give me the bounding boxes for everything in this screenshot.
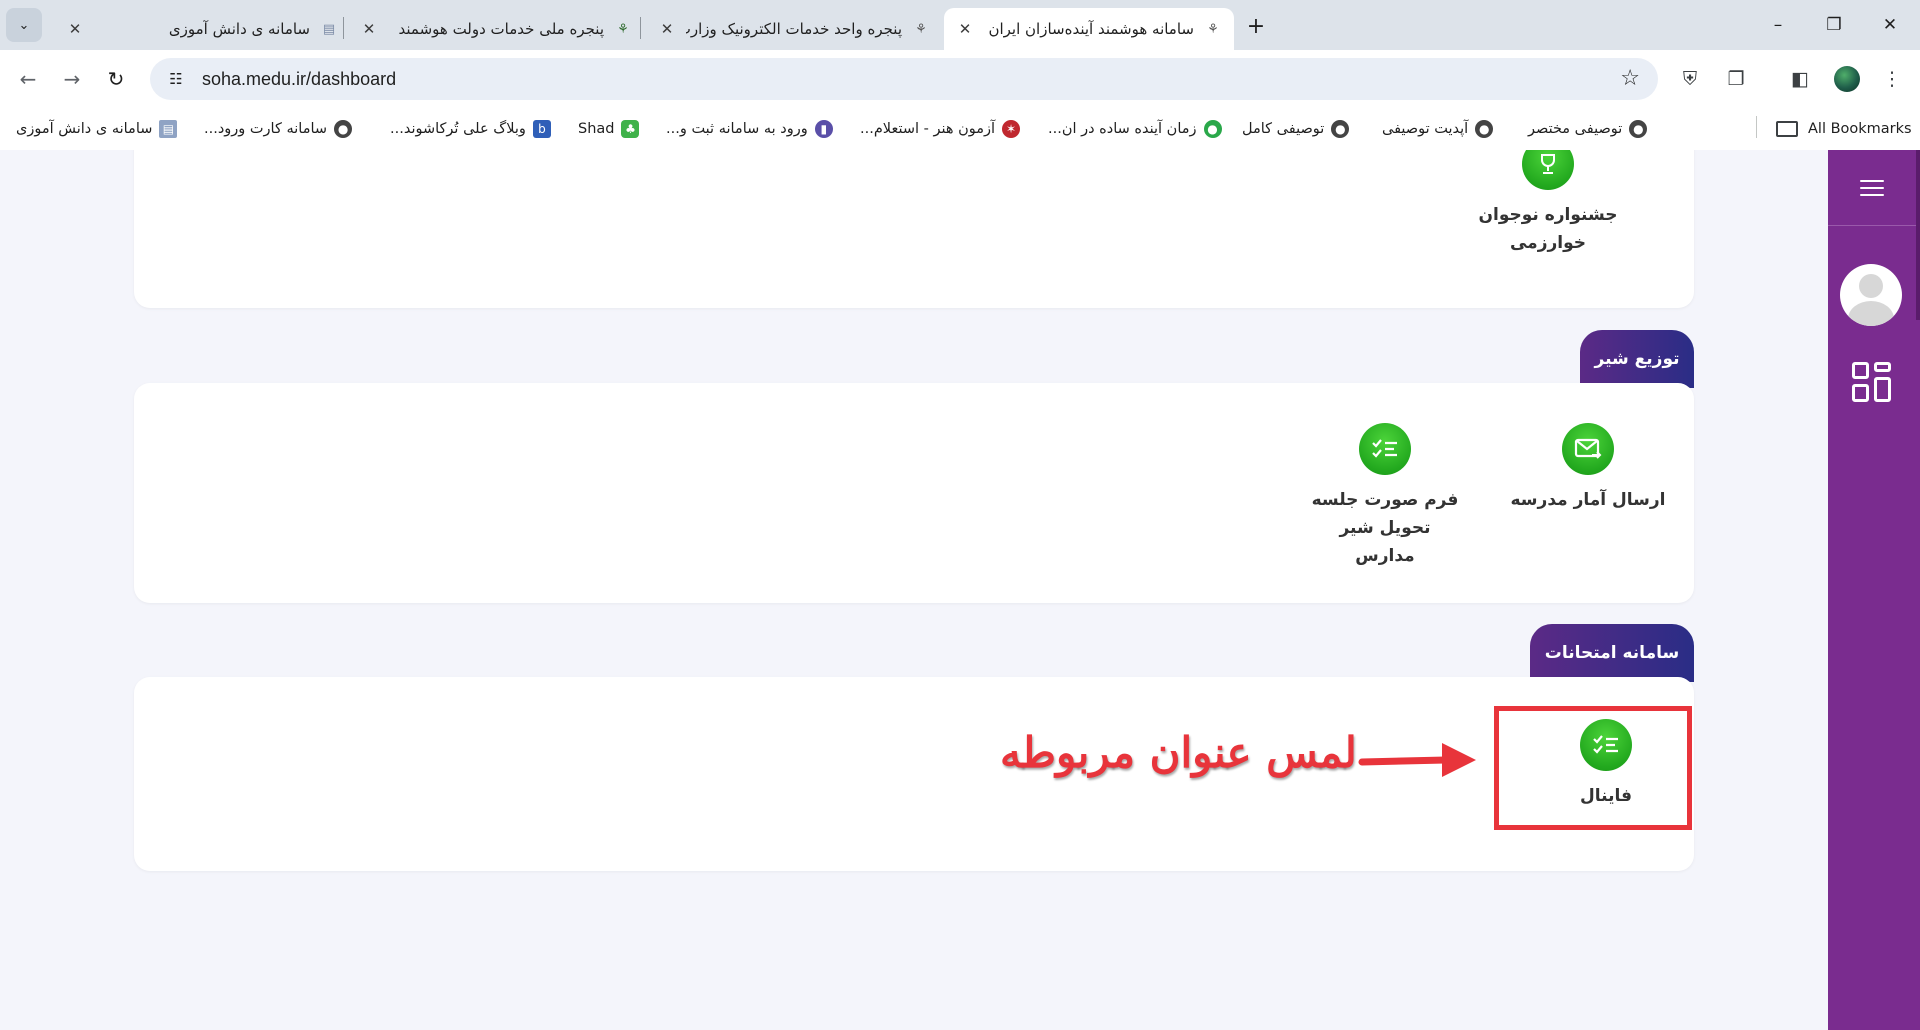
bookmark-item[interactable]: ● توصیفی کامل xyxy=(1242,114,1350,144)
dashboard-grid-icon[interactable] xyxy=(1852,362,1892,402)
tab-strip: ⌄ ▤ سامانه ی دانش آموزی ✕ ⚘ پنجره ملی خد… xyxy=(0,0,1920,50)
bookmark-item[interactable]: ✶ آزمون هنر - استعلام... xyxy=(860,114,1021,144)
shield-extension-icon[interactable]: ⛨ xyxy=(1676,65,1704,93)
section-tab-exams: سامانه امتحانات xyxy=(1530,624,1694,682)
globe-icon: ● xyxy=(1629,120,1648,138)
close-icon[interactable]: ✕ xyxy=(66,20,84,38)
folder-icon xyxy=(1776,121,1798,137)
restore-button[interactable]: ❐ xyxy=(1814,8,1854,42)
milk-card: ارسال آمار مدرسه فرم صورت جلسه تحویل شیر… xyxy=(134,383,1694,603)
bookmark-item[interactable]: ● سامانه کارت ورود... xyxy=(204,114,353,144)
close-window-button[interactable]: ✕ xyxy=(1870,8,1910,42)
address-bar[interactable]: ☷ soha.medu.ir/dashboard ☆ xyxy=(150,58,1658,100)
tile-milk-delivery-form[interactable]: فرم صورت جلسه تحویل شیر مدارس xyxy=(1310,423,1460,570)
url-text[interactable]: soha.medu.ir/dashboard xyxy=(202,69,396,90)
bookmarks-bar: ● توصیفی مختصر ● آپدیت توصیفی ● توصیفی ک… xyxy=(0,108,1920,150)
section-tab-milk: توزیع شیر xyxy=(1580,330,1694,388)
bookmark-item[interactable]: ● توصیفی مختصر xyxy=(1528,114,1648,144)
shad-logo-icon: ♣ xyxy=(621,120,640,138)
tab-ministry-services[interactable]: ⚘ پنجره واحد خدمات الکترونیک وزارت ✕ xyxy=(646,8,942,50)
reload-button[interactable]: ↻ xyxy=(100,63,132,95)
blog-logo-icon: b xyxy=(532,120,551,138)
document-favicon-icon: ▤ xyxy=(322,21,336,37)
minimize-button[interactable]: – xyxy=(1758,8,1798,42)
reload-icon: ↻ xyxy=(107,67,125,91)
arrow-right-icon xyxy=(1358,743,1476,777)
bookmark-item[interactable]: ▮ ورود به سامانه ثبت و... xyxy=(666,114,833,144)
emblem-favicon-icon: ⚘ xyxy=(1207,21,1219,37)
all-bookmarks-button[interactable]: All Bookmarks xyxy=(1776,114,1912,144)
registration-logo-icon: ▮ xyxy=(814,120,833,138)
globe-icon: ● xyxy=(1331,120,1350,138)
close-icon: ✕ xyxy=(1882,15,1898,35)
chevron-down-icon: ⌄ xyxy=(18,17,30,33)
close-icon[interactable]: ✕ xyxy=(956,20,974,38)
bookmark-item[interactable]: b وبلاگ علی تُرکاشوند... xyxy=(390,114,551,144)
minimize-icon: – xyxy=(1773,15,1783,35)
more-menu-icon[interactable]: ⋮ xyxy=(1878,65,1906,93)
new-tab-button[interactable]: + xyxy=(1242,12,1270,40)
profile-avatar[interactable] xyxy=(1834,66,1860,92)
globe-icon: ● xyxy=(1475,120,1494,138)
close-icon[interactable]: ✕ xyxy=(360,20,378,38)
bookmark-item[interactable]: ● آپدیت توصیفی xyxy=(1382,114,1494,144)
annotation-text: لمس عنوان مربوطه xyxy=(1000,728,1357,777)
arrow-right-icon: → xyxy=(63,67,81,91)
sidebar-menu-button[interactable] xyxy=(1828,150,1916,226)
emblem-favicon-icon: ⚘ xyxy=(915,21,927,37)
extensions-puzzle-icon[interactable]: ❐ xyxy=(1722,65,1750,93)
side-panel-icon[interactable]: ◧ xyxy=(1786,65,1814,93)
document-icon: ▤ xyxy=(159,120,178,138)
kharazmi-card: جشنواره نوجوان خوارزمی xyxy=(134,150,1694,308)
highlight-box xyxy=(1494,706,1692,830)
globe-icon: ● xyxy=(334,120,353,138)
tile-kharazmi-festival[interactable]: جشنواره نوجوان خوارزمی xyxy=(1468,150,1628,257)
restore-icon: ❐ xyxy=(1826,15,1842,35)
bookmarks-separator xyxy=(1756,116,1757,138)
bookmark-item[interactable]: ▤ سامانه ی دانش آموزی xyxy=(16,114,178,144)
site-settings-icon[interactable]: ☷ xyxy=(162,65,190,93)
tab-soha-dashboard[interactable]: ⚘ سامانه هوشمند آینده‌سازان ایران ✕ xyxy=(944,8,1234,50)
bookmark-star-icon[interactable]: ☆ xyxy=(1620,66,1640,91)
art-logo-icon: ✶ xyxy=(1002,120,1021,138)
close-icon[interactable]: ✕ xyxy=(658,20,676,38)
tile-send-school-stats[interactable]: ارسال آمار مدرسه xyxy=(1508,423,1668,514)
bookmark-item[interactable]: ● زمان آینده ساده در ان... xyxy=(1048,114,1222,144)
plus-icon: + xyxy=(1246,13,1266,39)
tab-student-system[interactable]: ▤ سامانه ی دانش آموزی ✕ xyxy=(54,8,350,50)
hamburger-icon xyxy=(1860,179,1884,196)
back-button[interactable]: ← xyxy=(12,63,44,95)
tab-separator xyxy=(640,17,641,39)
tab-search-button[interactable]: ⌄ xyxy=(6,8,42,42)
dashboard-page: جشنواره نوجوان خوارزمی توزیع شیر ارسال آ… xyxy=(0,150,1920,1030)
tab-separator xyxy=(343,17,344,39)
sidebar-scrollbar[interactable] xyxy=(1916,150,1920,320)
checklist-icon xyxy=(1359,423,1411,475)
map-pin-icon: ● xyxy=(1203,120,1222,138)
emblem-favicon-icon: ⚘ xyxy=(617,21,629,37)
browser-toolbar: ← → ↻ ☷ soha.medu.ir/dashboard ☆ ⛨ ❐ ◧ ⋮ xyxy=(0,50,1920,108)
mail-icon xyxy=(1562,423,1614,475)
avatar[interactable] xyxy=(1840,264,1902,326)
trophy-icon xyxy=(1522,150,1574,190)
forward-button[interactable]: → xyxy=(56,63,88,95)
bookmark-item[interactable]: ♣ Shad xyxy=(578,114,640,144)
arrow-left-icon: ← xyxy=(19,67,37,91)
sidebar xyxy=(1828,150,1920,1030)
tab-national-window[interactable]: ⚘ پنجره ملی خدمات دولت هوشمند ✕ xyxy=(348,8,644,50)
